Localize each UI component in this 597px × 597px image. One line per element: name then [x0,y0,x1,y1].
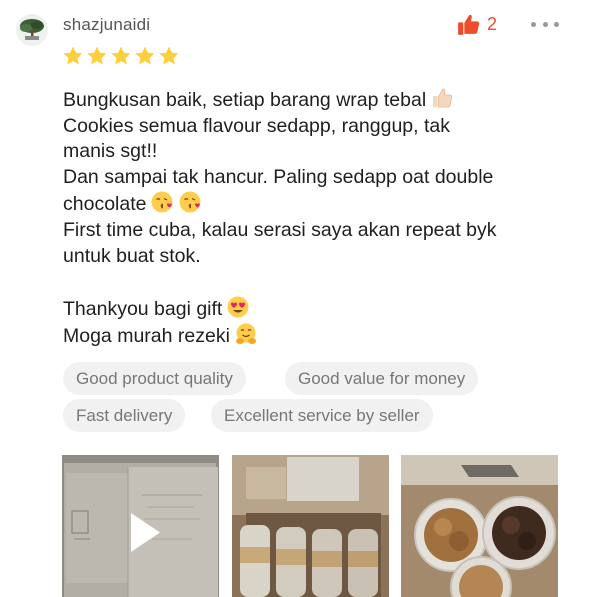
kiss-emoji [150,190,174,214]
heart-eyes-emoji [226,295,250,319]
kiss-emoji [178,190,202,214]
star-rating [62,45,180,67]
star-icon [135,46,155,65]
star-icon [87,46,107,65]
review-line: First time cuba, kalau serasi saya akan … [63,218,497,241]
tag-fast-delivery[interactable]: Fast delivery [63,399,186,432]
review-line: Cookies semua flavour sedapp, ranggup, t… [63,114,450,137]
more-dots-icon [531,21,536,27]
review-photo-2[interactable] [401,455,558,597]
review-photo-1[interactable] [232,455,389,597]
review-line [63,269,573,295]
hug-emoji [234,322,258,346]
review-line: Bungkusan baik, setiap barang wrap tebal [63,86,573,114]
review-video-thumbnail[interactable] [62,455,219,597]
thumbs-up-emoji [430,86,454,110]
tag-good-product-quality[interactable]: Good product quality [63,362,246,395]
review-line: manis sgt!! [63,140,158,163]
user-avatar[interactable] [16,14,48,46]
star-icon [63,46,83,65]
star-icon [159,46,179,65]
review-line: Moga murah rezeki [63,322,573,350]
review-line: Thankyou bagi gift [63,295,573,323]
like-button[interactable]: 2 [456,12,497,37]
tag-excellent-service[interactable]: Excellent service by seller [211,399,433,432]
review-text: Bungkusan baik, setiap barang wrap tebal… [63,86,573,350]
review-line: untuk buat stok. [63,244,201,267]
star-icon [111,46,131,65]
username[interactable]: shazjunaidi [63,15,150,35]
review-line: Dan sampai tak hancur. Paling sedapp oat… [63,165,494,188]
review-line: chocolate [63,190,573,218]
more-options-button[interactable] [531,14,559,34]
thumbs-up-icon [458,14,480,35]
tag-good-value-for-money[interactable]: Good value for money [285,362,479,395]
like-count: 2 [487,14,498,34]
